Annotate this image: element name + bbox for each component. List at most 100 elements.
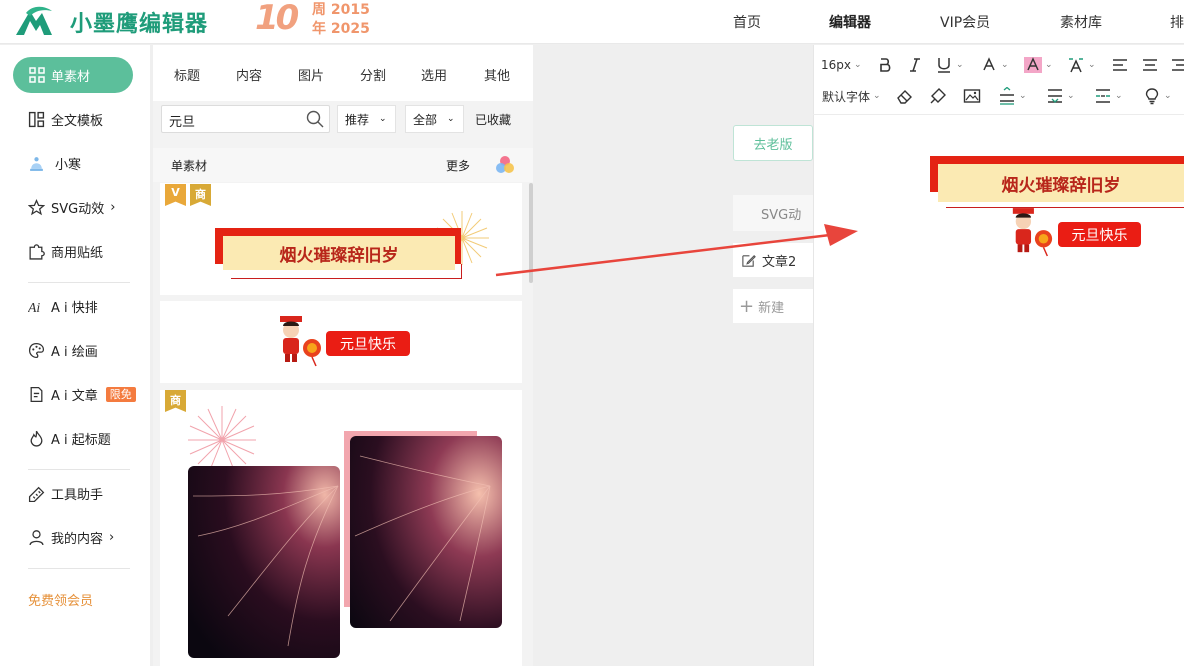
tab-divider[interactable]: 分割 (360, 65, 386, 84)
eagle-logo-icon[interactable] (14, 3, 54, 39)
chevron-down-icon: ⌄ (1088, 60, 1096, 70)
align-left-button[interactable] (1111, 55, 1129, 75)
flame-icon (30, 430, 43, 447)
sidebar-item-xiaohan[interactable]: 小寒 (28, 154, 81, 173)
sidebar-item-label: 全文模板 (51, 114, 104, 129)
boy-lantern-icon (280, 316, 321, 367)
anniversary-number: 10 (255, 0, 299, 38)
font-family-value: 默认字体 (822, 89, 871, 104)
font-color-button[interactable]: ⌄ (980, 55, 1009, 75)
sidebar-item-label: 工具助手 (51, 488, 104, 503)
snow-hat-icon (30, 157, 43, 171)
chevron-down-icon: ⌄ (854, 60, 862, 70)
banner-underline (231, 278, 462, 279)
search-icon[interactable] (305, 109, 325, 129)
nav-home[interactable]: 首页 (733, 12, 761, 32)
sidebar-item-label: 单素材 (51, 69, 91, 85)
clear-format-button[interactable] (896, 86, 914, 106)
paragraph-spacing-icon (1096, 89, 1110, 103)
sidebar-item-full-template[interactable]: 全文模板 (28, 110, 103, 129)
nav-material-library[interactable]: 素材库 (1060, 12, 1102, 32)
sort-dropdown-value: 推荐 (345, 112, 370, 127)
nav-vip[interactable]: VIP会员 (940, 12, 990, 32)
nav-editor[interactable]: 编辑器 (829, 12, 871, 32)
sort-dropdown[interactable]: 推荐 ⌄ (337, 105, 396, 133)
font-family-select[interactable]: 默认字体 ⌄ (822, 86, 881, 106)
ai-icon: Ai (28, 300, 40, 315)
sidebar-item-ai-article[interactable]: A i 文章 限免 (28, 385, 136, 404)
new-document-button[interactable]: + 新建 (733, 289, 813, 323)
underline-button[interactable]: ⌄ (935, 55, 964, 75)
align-center-button[interactable] (1141, 55, 1159, 75)
align-right-button[interactable] (1170, 55, 1184, 75)
section-title: 单素材 (171, 159, 208, 173)
free-badge: 限免 (105, 387, 136, 402)
scope-dropdown-value: 全部 (413, 112, 438, 127)
editor-banner-title[interactable]: 烟火璀璨辞旧岁 (938, 164, 1184, 202)
sidebar-item-label: SVG动效 (51, 202, 105, 217)
more-link[interactable]: 更多 (446, 157, 470, 174)
old-version-button[interactable]: 去老版 (733, 125, 813, 161)
editor-canvas[interactable] (813, 45, 1184, 666)
sidebar-item-ai-title[interactable]: A i 起标题 (28, 429, 111, 448)
tab-content[interactable]: 内容 (236, 65, 262, 84)
scope-dropdown[interactable]: 全部 ⌄ (405, 105, 464, 133)
free-member-link[interactable]: 免费领会员 (28, 590, 93, 609)
text-effect-icon (1069, 58, 1083, 73)
firework-photo-left (188, 466, 340, 658)
banner-title: 烟火璀璨辞旧岁 (223, 236, 455, 270)
sidebar-item-tools[interactable]: 工具助手 (28, 484, 103, 503)
sidebar-item-label: A i 快排 (51, 301, 98, 316)
drag-arrow-annotation (495, 224, 858, 277)
sidebar-item-stickers[interactable]: 商用贴纸 (28, 242, 103, 261)
font-size-select[interactable]: 16px ⌄ (821, 55, 862, 75)
sidebar-divider (28, 568, 130, 569)
nav-ranking[interactable]: 排 (1170, 12, 1184, 32)
tab-selected[interactable]: 选用 (421, 65, 447, 84)
italic-button[interactable] (906, 55, 924, 75)
greeting-label: 元旦快乐 (326, 331, 410, 356)
template-icon (28, 111, 45, 128)
highlight-color-button[interactable]: ⌄ (1024, 55, 1053, 75)
tab-image[interactable]: 图片 (298, 65, 324, 84)
pink-firework-decoration (188, 406, 256, 471)
brand-name[interactable]: 小墨鹰编辑器 (70, 6, 208, 38)
banner-side-line (461, 264, 462, 279)
color-palette-icon[interactable] (494, 154, 516, 176)
sidebar-item-label: A i 起标题 (51, 433, 111, 448)
grid-icon (29, 67, 45, 83)
tab-other[interactable]: 其他 (484, 65, 510, 84)
tab-title[interactable]: 标题 (174, 65, 200, 84)
eraser-icon (897, 90, 912, 104)
collected-filter[interactable]: 已收藏 (475, 111, 511, 128)
insert-image-button[interactable] (963, 86, 981, 106)
chevron-right-icon: › (109, 530, 115, 545)
chevron-right-icon: › (110, 200, 116, 215)
format-painter-button[interactable] (929, 86, 947, 106)
anniversary-line-1: 周 2015 (312, 2, 370, 18)
ai-suggest-button[interactable]: ⌄ (1143, 86, 1172, 106)
chevron-down-icon: ⌄ (1045, 60, 1053, 70)
sidebar-item-ai-layout[interactable]: Ai A i 快排 (28, 297, 98, 316)
editor-greeting-label[interactable]: 元旦快乐 (1058, 222, 1141, 247)
sidebar-item-svg-effects[interactable]: SVG动效 › (28, 198, 115, 217)
align-center-icon (1143, 59, 1157, 71)
bold-button[interactable] (876, 55, 894, 75)
palette-icon (28, 342, 45, 359)
editor-boy-lantern-icon (1012, 208, 1053, 257)
sidebar-item-label: 商用贴纸 (51, 246, 104, 261)
plus-icon: + (739, 295, 755, 317)
image-icon (963, 89, 981, 103)
sidebar-item-ai-painting[interactable]: A i 绘画 (28, 341, 98, 360)
paragraph-spacing-button[interactable]: ⌄ (1094, 86, 1123, 106)
sidebar-item-my-content[interactable]: 我的内容 › (28, 528, 114, 547)
sidebar-item-label: A i 绘画 (51, 345, 98, 360)
chevron-down-icon: ⌄ (873, 91, 881, 101)
letter-spacing-button[interactable]: ⌄ (1046, 86, 1075, 106)
line-height-button[interactable]: ⌄ (998, 86, 1027, 106)
letter-spacing-icon (1048, 89, 1062, 103)
sidebar-item-single-material[interactable]: 单素材 (13, 57, 133, 93)
sidebar-item-label: 小寒 (55, 158, 82, 173)
chevron-down-icon: ⌄ (379, 114, 387, 124)
text-effect-button[interactable]: ⌄ (1067, 55, 1096, 75)
